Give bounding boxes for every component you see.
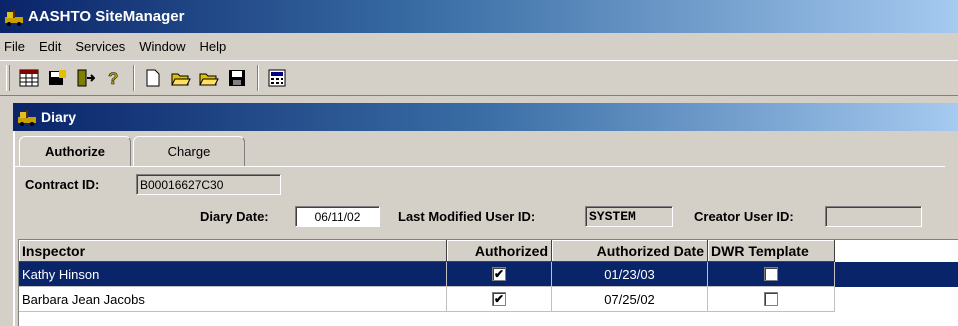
tab-charge-label: Charge: [167, 144, 211, 159]
new-document-icon[interactable]: [140, 65, 166, 91]
column-header-authorized[interactable]: Authorized: [447, 240, 552, 262]
inspector-cell: Kathy Hinson: [19, 262, 447, 287]
toolbar: ?: [0, 60, 958, 96]
svg-text:?: ?: [108, 69, 118, 87]
help-icon[interactable]: ?: [100, 65, 126, 91]
menu-help[interactable]: Help: [199, 39, 226, 54]
dwr-template-checkbox[interactable]: [764, 267, 778, 281]
creator-user-label: Creator User ID:: [694, 209, 794, 224]
app-title-bar: AASHTO SiteManager: [0, 0, 958, 33]
column-header-inspector[interactable]: Inspector: [19, 240, 447, 262]
diary-window-body: Authorize Charge Contract ID: B00016627C…: [13, 131, 958, 326]
save-disk-icon[interactable]: [44, 65, 70, 91]
app-logo-icon: [4, 8, 24, 26]
menu-file[interactable]: File: [4, 39, 25, 54]
contract-id-field: B00016627C30: [136, 174, 281, 195]
app-title: AASHTO SiteManager: [28, 8, 185, 25]
authorized-checkbox[interactable]: ✔: [492, 292, 506, 306]
creator-user-field: [825, 206, 922, 227]
dwr-template-cell: [708, 262, 835, 287]
tab-authorize-label: Authorize: [45, 144, 105, 159]
contract-id-label: Contract ID:: [25, 177, 100, 192]
open-folder-2-icon[interactable]: [196, 65, 222, 91]
menu-services[interactable]: Services: [75, 39, 125, 54]
menu-bar: File Edit Services Window Help: [0, 33, 958, 59]
dwr-template-checkbox[interactable]: [764, 292, 778, 306]
authorized-date-cell: 01/23/03: [552, 262, 708, 287]
calculator-icon[interactable]: [264, 65, 290, 91]
toolbar-separator: [257, 65, 259, 91]
calendar-grid-icon[interactable]: [16, 65, 42, 91]
diary-window-title: Diary: [41, 109, 77, 125]
inspector-cell: Barbara Jean Jacobs: [19, 287, 447, 312]
toolbar-grip[interactable]: [6, 65, 10, 91]
table-row[interactable]: Kathy Hinson ✔ 01/23/03: [19, 262, 958, 287]
table-row[interactable]: Barbara Jean Jacobs ✔ 07/25/02: [19, 287, 958, 312]
authorized-cell: ✔: [447, 262, 552, 287]
exit-door-icon[interactable]: [72, 65, 98, 91]
tab-charge[interactable]: Charge: [133, 136, 245, 166]
tab-authorize[interactable]: Authorize: [19, 136, 131, 166]
menu-edit[interactable]: Edit: [39, 39, 61, 54]
menu-window[interactable]: Window: [139, 39, 185, 54]
authorized-cell: ✔: [447, 287, 552, 312]
diary-window-title-bar: Diary: [13, 103, 958, 131]
diary-window-icon: [17, 108, 37, 126]
column-header-dwr-template[interactable]: DWR Template: [708, 240, 835, 262]
last-modified-user-label: Last Modified User ID:: [398, 209, 536, 224]
authorized-date-cell: 07/25/02: [552, 287, 708, 312]
save-icon[interactable]: [224, 65, 250, 91]
last-modified-user-field: SYSTEM: [585, 206, 673, 227]
diary-date-label: Diary Date:: [200, 209, 269, 224]
open-folder-icon[interactable]: [168, 65, 194, 91]
authorized-checkbox[interactable]: ✔: [492, 267, 506, 281]
inspector-grid: Inspector Authorized Authorized Date DWR…: [18, 239, 958, 326]
diary-date-input[interactable]: 06/11/02: [295, 206, 380, 227]
toolbar-separator: [133, 65, 135, 91]
tab-divider: [15, 166, 945, 167]
column-header-authorized-date[interactable]: Authorized Date: [552, 240, 708, 262]
dwr-template-cell: [708, 287, 835, 312]
